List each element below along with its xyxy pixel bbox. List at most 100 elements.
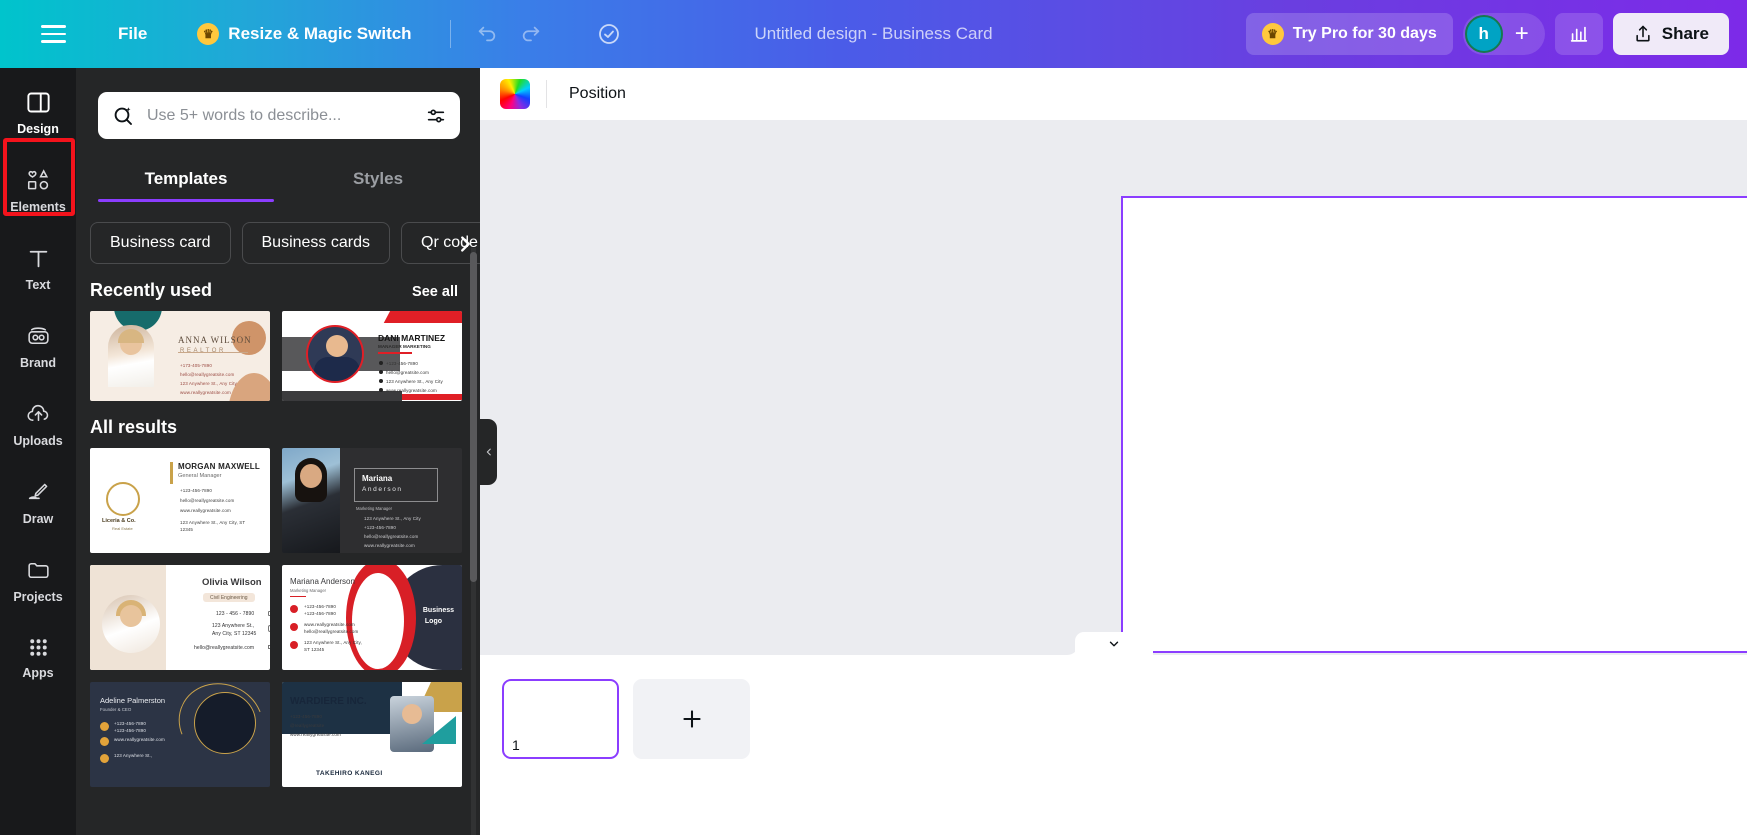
crown-icon: ♛ bbox=[197, 23, 220, 45]
template-preview-anna: ANNA WILSON REALTOR +173-405-7890 hello@… bbox=[90, 311, 270, 401]
template-card-mariana-anderson-dark[interactable]: Mariana Anderson Marketing Manager 123 A… bbox=[282, 448, 462, 553]
template-card-mariana-anderson-red[interactable]: Mariana Anderson Marketing Manager +123-… bbox=[282, 565, 462, 670]
template-card-wardiere-inc[interactable]: WARDIERE INC. +123-456-7890 @reallygreat… bbox=[282, 682, 462, 787]
sidebar-item-brand[interactable]: Brand bbox=[6, 312, 70, 379]
search-input[interactable]: Use 5+ words to describe... bbox=[147, 107, 413, 125]
mariana-name: Mariana bbox=[362, 474, 393, 483]
sidebar-label-elements: Elements bbox=[10, 200, 66, 214]
share-button[interactable]: Share bbox=[1612, 13, 1729, 55]
sidebar-item-elements[interactable]: Elements bbox=[6, 156, 70, 223]
mred-line-3: hello@reallygreatsite.com bbox=[304, 629, 359, 634]
sidebar-item-projects[interactable]: Projects bbox=[6, 546, 70, 613]
sidebar-item-apps[interactable]: Apps bbox=[6, 624, 70, 689]
olivia-line-0: 123 - 456 - 7890 bbox=[216, 611, 255, 617]
layout-panel-icon bbox=[26, 92, 50, 113]
template-preview-olivia: Olivia Wilson Civil Engineering 123 - 45… bbox=[90, 565, 270, 670]
sidebar-item-text[interactable]: Text bbox=[6, 234, 70, 301]
plus-icon bbox=[682, 710, 701, 728]
template-card-dani-martinez[interactable]: DANI MARTINEZ MANAGER MARKETING +123-456… bbox=[282, 311, 462, 401]
mariana-role: Marketing Manager bbox=[356, 506, 393, 511]
sidebar-label-projects: Projects bbox=[13, 590, 63, 604]
account-group[interactable]: h + bbox=[1462, 13, 1545, 55]
template-preview-mariana-dark: Mariana Anderson Marketing Manager 123 A… bbox=[282, 448, 462, 553]
olivia-line-3: hello@reallygreatsite.com bbox=[194, 645, 255, 651]
redo-icon[interactable] bbox=[509, 14, 553, 54]
panel-scrollbar-thumb[interactable] bbox=[470, 252, 477, 582]
dani-role: MANAGER MARKETING bbox=[378, 344, 431, 349]
morgan-role: General Manager bbox=[178, 473, 222, 479]
cloud-check-icon[interactable] bbox=[587, 14, 631, 54]
resize-magic-switch-button[interactable]: ♛ Resize & Magic Switch bbox=[185, 15, 423, 53]
canvas-area[interactable] bbox=[480, 120, 1747, 655]
search-wrapper: Use 5+ words to describe... bbox=[76, 68, 480, 139]
mred-line-0: +123-456-7890 bbox=[304, 604, 336, 609]
page-thumbnail-1[interactable]: 1 bbox=[502, 679, 619, 759]
adeline-line-3: 123 Anywhere St., bbox=[114, 753, 153, 758]
chip-business-cards[interactable]: Business cards bbox=[241, 222, 390, 264]
canva-editor: File ♛ Resize & Magic Switch Untitled de… bbox=[0, 0, 1747, 835]
sidebar-label-uploads: Uploads bbox=[13, 434, 63, 448]
adeline-line-1: +123-456-7890 bbox=[114, 728, 146, 733]
page-bar: 1 bbox=[480, 655, 1747, 835]
mred-line-2: www.reallygreatsite.com bbox=[304, 622, 355, 627]
adeline-role: Founder & CEO bbox=[100, 707, 132, 712]
avatar[interactable]: h bbox=[1464, 15, 1503, 53]
grid-dots-icon bbox=[29, 639, 47, 656]
mariana-name2: Anderson bbox=[362, 486, 403, 493]
folder-icon bbox=[27, 562, 49, 579]
morgan-name: MORGAN MAXWELL bbox=[178, 462, 260, 471]
page-number: 1 bbox=[512, 737, 520, 753]
sliders-icon bbox=[427, 108, 445, 123]
undo-icon[interactable] bbox=[465, 14, 509, 54]
mariana-line-0: 123 Anywhere St., Any City bbox=[364, 516, 421, 521]
tab-styles[interactable]: Styles bbox=[282, 161, 474, 202]
template-card-olivia-wilson[interactable]: Olivia Wilson Civil Engineering 123 - 45… bbox=[90, 565, 270, 670]
crown-icon-pro: ♛ bbox=[1261, 23, 1284, 45]
cloud-upload-icon bbox=[26, 404, 48, 421]
try-pro-label: Try Pro for 30 days bbox=[1292, 25, 1437, 42]
template-card-morgan-maxwell[interactable]: MORGAN MAXWELL General Manager +123-456-… bbox=[90, 448, 270, 553]
morgan-brand: Liceria & Co. bbox=[102, 518, 136, 524]
dani-line-1: hello@greatsite.com bbox=[386, 370, 429, 375]
try-pro-button[interactable]: ♛ Try Pro for 30 days bbox=[1245, 13, 1453, 55]
rainbow-color-swatch[interactable] bbox=[500, 78, 530, 109]
file-menu-button[interactable]: File bbox=[106, 16, 159, 52]
design-title[interactable]: Untitled design - Business Card bbox=[740, 16, 1006, 52]
text-t-icon bbox=[29, 250, 47, 268]
mred-line-1: +123-456-7890 bbox=[304, 611, 336, 616]
morgan-line-1: hello@reallygreatsite.com bbox=[180, 498, 235, 503]
dani-line-3: www.reallygreatsite.com bbox=[386, 388, 437, 393]
add-member-icon[interactable]: + bbox=[1503, 15, 1541, 53]
template-card-adeline-palmerston[interactable]: Adeline Palmerston Founder & CEO +123-45… bbox=[90, 682, 270, 787]
mred-logo-text: Business bbox=[422, 607, 454, 614]
recently-used-grid: ANNA WILSON REALTOR +173-405-7890 hello@… bbox=[76, 311, 480, 401]
sidebar-item-design[interactable]: Design bbox=[6, 78, 70, 145]
hamburger-menu-icon[interactable] bbox=[32, 13, 74, 55]
template-preview-mariana-red: Mariana Anderson Marketing Manager +123-… bbox=[282, 565, 462, 670]
see-all-link[interactable]: See all bbox=[412, 284, 458, 300]
sidebar-item-uploads[interactable]: Uploads bbox=[6, 390, 70, 457]
left-rail: Design Elements Text Brand Uploads Draw … bbox=[0, 68, 76, 835]
morgan-line-0: +123-456-7890 bbox=[180, 488, 212, 493]
canvas-collapse-button[interactable] bbox=[1074, 632, 1153, 655]
tab-templates[interactable]: Templates bbox=[90, 161, 282, 202]
template-preview-wardiere: WARDIERE INC. +123-456-7890 @reallygreat… bbox=[282, 682, 462, 787]
chip-business-card[interactable]: Business card bbox=[90, 222, 231, 264]
design-canvas[interactable] bbox=[1121, 196, 1747, 653]
design-toolbar: Position bbox=[480, 68, 1747, 120]
template-card-anna-wilson[interactable]: ANNA WILSON REALTOR +173-405-7890 hello@… bbox=[90, 311, 270, 401]
position-button[interactable]: Position bbox=[563, 79, 632, 109]
panel-collapse-button[interactable] bbox=[480, 418, 497, 485]
anna-name: ANNA WILSON bbox=[178, 335, 252, 345]
add-page-button[interactable] bbox=[633, 679, 750, 759]
wardiere-sub-name: TAKEHIRO KANEGI bbox=[316, 770, 383, 777]
insights-button[interactable] bbox=[1554, 13, 1603, 55]
top-bar-right: ♛ Try Pro for 30 days h + Share bbox=[1245, 13, 1729, 55]
sidebar-label-design: Design bbox=[17, 122, 59, 136]
olivia-role: Civil Engineering bbox=[203, 593, 255, 602]
sidebar-label-brand: Brand bbox=[19, 356, 57, 370]
toolbar-divider bbox=[449, 20, 451, 48]
top-bar: File ♛ Resize & Magic Switch Untitled de… bbox=[0, 0, 1747, 68]
search-bar[interactable]: Use 5+ words to describe... bbox=[98, 92, 460, 139]
sidebar-item-draw[interactable]: Draw bbox=[6, 468, 70, 535]
